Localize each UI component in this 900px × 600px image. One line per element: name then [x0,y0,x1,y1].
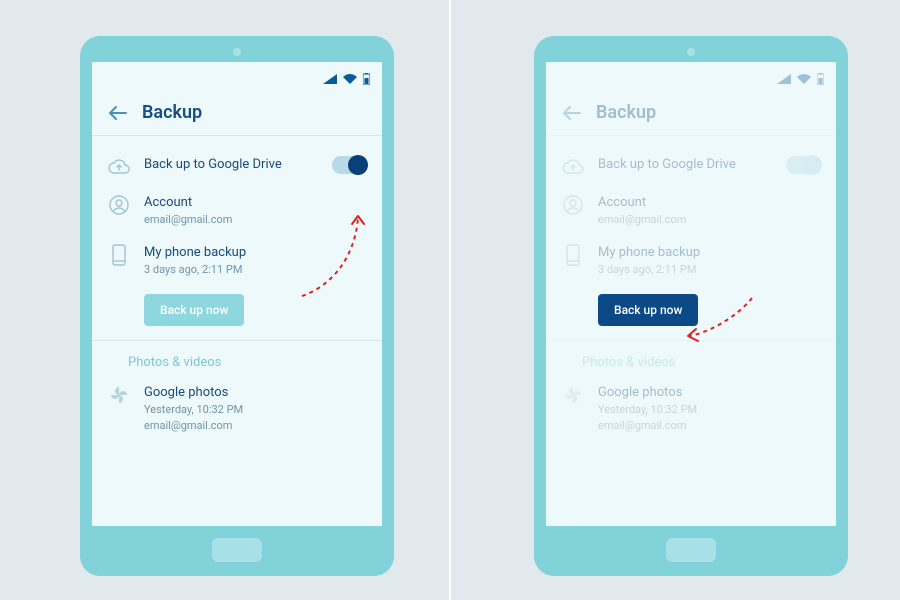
google-photos-icon [562,384,584,406]
phone-camera-dot [233,48,241,56]
page-header: Backup [92,96,382,135]
phone-mockup-step1: Backup Back up to Google Drive [80,36,394,576]
screen: Backup Back up to Google Drive [92,62,382,526]
account-label: Account [598,194,820,212]
phone-backup-label: My phone backup [598,244,820,262]
battery-icon [363,73,370,85]
google-photos-account: email@gmail.com [598,418,820,434]
photos-section-title: Photos & videos [582,355,820,370]
phone-backup-value: 3 days ago, 2:11 PM [144,262,366,278]
google-photos-account: email@gmail.com [144,418,366,434]
account-icon [108,194,130,216]
phone-mockup-step2: Backup Back up to Google Drive [534,36,848,576]
phone-camera-dot [687,48,695,56]
phone-backup-label: My phone backup [144,244,366,262]
google-photos-row[interactable]: Google photos Yesterday, 10:32 PM email@… [562,378,820,444]
google-photos-row[interactable]: Google photos Yesterday, 10:32 PM email@… [108,378,366,444]
signal-icon [323,74,337,84]
back-button[interactable] [562,103,582,123]
status-bar [92,62,382,96]
account-value: email@gmail.com [598,212,820,228]
google-photos-icon [108,384,130,406]
account-label: Account [144,194,366,212]
wifi-icon [797,74,811,84]
screen: Backup Back up to Google Drive [546,62,836,526]
google-photos-time: Yesterday, 10:32 PM [598,402,820,418]
page-title: Backup [596,102,656,123]
backup-section: Back up to Google Drive Account email@gm… [546,136,836,340]
panel-divider [449,0,451,600]
photos-section-title: Photos & videos [128,355,366,370]
backup-now-button[interactable]: Back up now [598,294,698,326]
backup-drive-toggle[interactable] [332,156,366,174]
backup-now-button[interactable]: Back up now [144,294,244,326]
phone-backup-row[interactable]: My phone backup 3 days ago, 2:11 PM [562,238,820,288]
backup-drive-label: Back up to Google Drive [598,156,772,174]
phone-icon [108,244,130,266]
page-title: Backup [142,102,202,123]
account-row[interactable]: Account email@gmail.com [562,188,820,238]
google-photos-time: Yesterday, 10:32 PM [144,402,366,418]
wifi-icon [343,74,357,84]
backup-section: Back up to Google Drive Account email@gm… [92,136,382,340]
page-header: Backup [546,96,836,135]
phone-backup-row[interactable]: My phone backup 3 days ago, 2:11 PM [108,238,366,288]
account-row[interactable]: Account email@gmail.com [108,188,366,238]
google-photos-label: Google photos [598,384,820,402]
account-icon [562,194,584,216]
back-button[interactable] [108,103,128,123]
phone-home-button [666,538,716,562]
photos-section: Photos & videos Google photos Yesterday,… [92,341,382,458]
account-value: email@gmail.com [144,212,366,228]
backup-drive-toggle[interactable] [786,156,820,174]
battery-icon [817,73,824,85]
backup-drive-row: Back up to Google Drive [108,150,366,188]
phone-icon [562,244,584,266]
signal-icon [777,74,791,84]
photos-section: Photos & videos Google photos Yesterday,… [546,341,836,458]
status-bar [546,62,836,96]
phone-home-button [212,538,262,562]
backup-drive-row: Back up to Google Drive [562,150,820,188]
backup-drive-label: Back up to Google Drive [144,156,318,174]
cloud-icon [562,156,584,178]
phone-backup-value: 3 days ago, 2:11 PM [598,262,820,278]
cloud-icon [108,156,130,178]
google-photos-label: Google photos [144,384,366,402]
